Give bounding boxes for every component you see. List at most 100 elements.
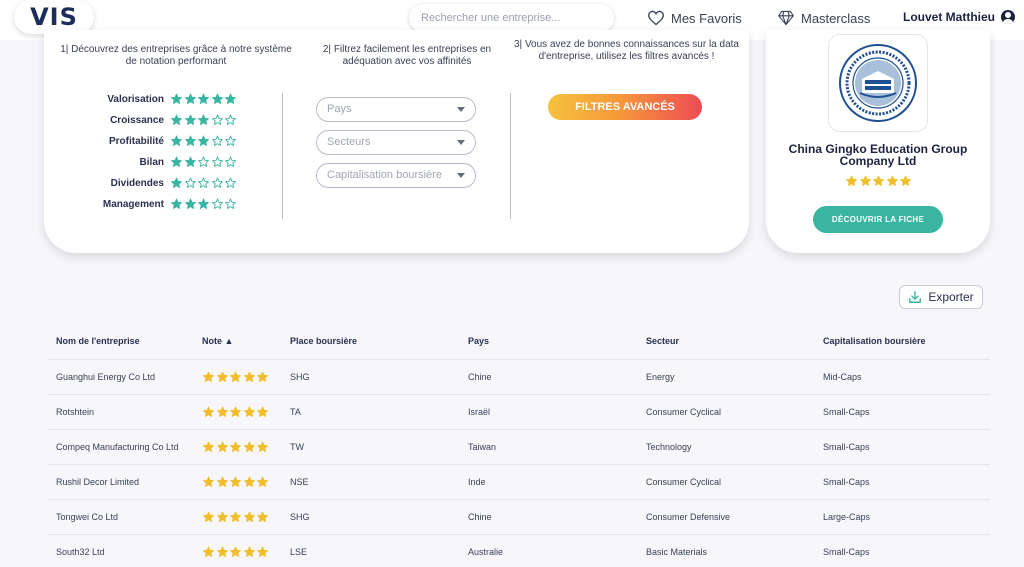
star-filled-icon (203, 371, 214, 382)
chevron-down-icon (457, 140, 465, 145)
export-button[interactable]: Exporter (899, 285, 983, 309)
star-filled-icon (257, 476, 268, 487)
star-filled-icon (257, 546, 268, 557)
star-filled-icon (216, 546, 228, 557)
header-rating[interactable]: Note ▲ (202, 336, 233, 346)
rating-stars[interactable] (170, 135, 238, 147)
rating-stars[interactable] (170, 198, 238, 210)
market-cap-cell: Large-Caps (823, 512, 871, 522)
star-filled-icon (257, 441, 268, 452)
star-filled-icon (216, 476, 228, 487)
sector-cell: Basic Materials (646, 547, 708, 557)
star-empty-icon (184, 177, 196, 188)
star-filled-icon (184, 135, 196, 146)
star-filled-icon (243, 476, 255, 487)
table-row[interactable]: South32 Ltd LSE Australie Basic Materials Sm… (48, 535, 990, 567)
star-filled-icon (257, 371, 268, 382)
company-name-cell[interactable]: Rotshtein (56, 407, 186, 417)
exchange-cell: TW (290, 442, 304, 452)
star-filled-icon (243, 406, 255, 417)
star-filled-icon (198, 93, 209, 104)
rating-cell (202, 476, 270, 488)
star-filled-icon (225, 93, 236, 104)
star-filled-icon (243, 441, 255, 452)
star-filled-icon (171, 114, 182, 125)
company-name-cell[interactable]: South32 Ltd (56, 547, 186, 557)
sector-select[interactable]: Secteurs (316, 130, 476, 155)
search-input[interactable] (409, 4, 614, 32)
rating-cell (202, 371, 270, 383)
rating-filter-label: Bilan (139, 156, 164, 168)
sector-select-value: Secteurs (327, 136, 371, 148)
header-sector[interactable]: Secteur (646, 336, 679, 346)
rating-filter-row[interactable]: Valorisation (84, 93, 238, 105)
rating-stars[interactable] (170, 156, 238, 168)
download-icon (909, 291, 922, 303)
header-country[interactable]: Pays (468, 336, 489, 346)
star-empty-icon (211, 114, 223, 125)
table-row[interactable]: Rushil Decor Limited NSE Inde Consumer Cycl… (48, 465, 990, 500)
table-row[interactable]: Rotshtein TA Israël Consumer Cyclical Small-… (48, 395, 990, 430)
country-select-value: Pays (327, 103, 352, 115)
rating-filter-row[interactable]: Bilan (84, 156, 238, 168)
star-filled-icon (230, 476, 241, 487)
company-name-cell[interactable]: Compeq Manufacturing Co Ltd (56, 442, 186, 452)
star-filled-icon (243, 371, 255, 382)
market-cap-select[interactable]: Capitalisation boursière (316, 163, 476, 188)
star-filled-icon (216, 441, 228, 452)
country-select[interactable]: Pays (316, 97, 476, 122)
table-row[interactable]: Compeq Manufacturing Co Ltd TW Taiwan Techn… (48, 430, 990, 465)
advanced-filters-button[interactable]: FILTRES AVANCÉS (548, 94, 702, 120)
rating-filter-row[interactable]: Management (84, 198, 238, 210)
header-exchange[interactable]: Place boursière (290, 336, 357, 346)
star-filled-icon (203, 511, 214, 522)
star-filled-icon (257, 406, 268, 417)
rating-stars[interactable] (170, 177, 238, 189)
company-name-cell[interactable]: Tongwei Co Ltd (56, 512, 186, 522)
rating-stars[interactable] (170, 114, 238, 126)
star-filled-icon (184, 114, 196, 125)
vis-logo[interactable]: VIS (14, 0, 94, 34)
step1-text: 1| Découvrez des entreprises grâce à not… (60, 44, 292, 67)
company-name-cell[interactable]: Rushil Decor Limited (56, 477, 186, 487)
star-filled-icon (171, 198, 182, 209)
market-cap-cell: Small-Caps (823, 547, 870, 557)
rating-filter-row[interactable]: Croissance (84, 114, 238, 126)
star-filled-icon (243, 511, 255, 522)
view-company-button[interactable]: DÉCOUVRIR LA FICHE (813, 206, 943, 233)
rating-filter-row[interactable]: Dividendes (84, 177, 238, 189)
star-filled-icon (203, 546, 214, 557)
company-logo (828, 34, 928, 132)
header-market-cap[interactable]: Capitalisation boursière (823, 336, 926, 346)
market-cap-cell: Small-Caps (823, 442, 870, 452)
country-cell: Inde (468, 477, 486, 487)
rating-filter-label: Croissance (110, 114, 164, 126)
star-filled-icon (216, 406, 228, 417)
rating-stars[interactable] (170, 93, 238, 105)
rating-filter-row[interactable]: Profitabilité (84, 135, 238, 147)
company-name-cell[interactable]: Guanghui Energy Co Ltd (56, 372, 186, 382)
country-cell: Chine (468, 512, 492, 522)
market-cap-cell: Small-Caps (823, 477, 870, 487)
table-row[interactable]: Guanghui Energy Co Ltd SHG Chine Energy Mid-… (48, 360, 990, 395)
market-cap-cell: Small-Caps (823, 407, 870, 417)
header-name[interactable]: Nom de l'entreprise (56, 336, 186, 346)
star-empty-icon (225, 177, 236, 188)
user-menu[interactable]: Louvet Matthieu (903, 10, 1015, 24)
star-empty-icon (211, 156, 223, 167)
nav-masterclass[interactable]: Masterclass (777, 10, 870, 26)
nav-masterclass-label: Masterclass (801, 10, 871, 26)
rating-cell (202, 441, 270, 453)
divider (282, 93, 283, 219)
market-cap-select-value: Capitalisation boursière (327, 169, 442, 181)
star-empty-icon (198, 177, 209, 188)
star-filled-icon (230, 511, 241, 522)
star-filled-icon (886, 175, 898, 186)
star-filled-icon (171, 156, 182, 167)
company-seal-icon (839, 44, 917, 122)
star-filled-icon (230, 441, 241, 452)
chevron-down-icon (457, 107, 465, 112)
nav-favorites[interactable]: Mes Favoris (647, 10, 742, 26)
table-row[interactable]: Tongwei Co Ltd SHG Chine Consumer Defensive… (48, 500, 990, 535)
table-body: Guanghui Energy Co Ltd SHG Chine Energy Mid-… (48, 360, 990, 567)
